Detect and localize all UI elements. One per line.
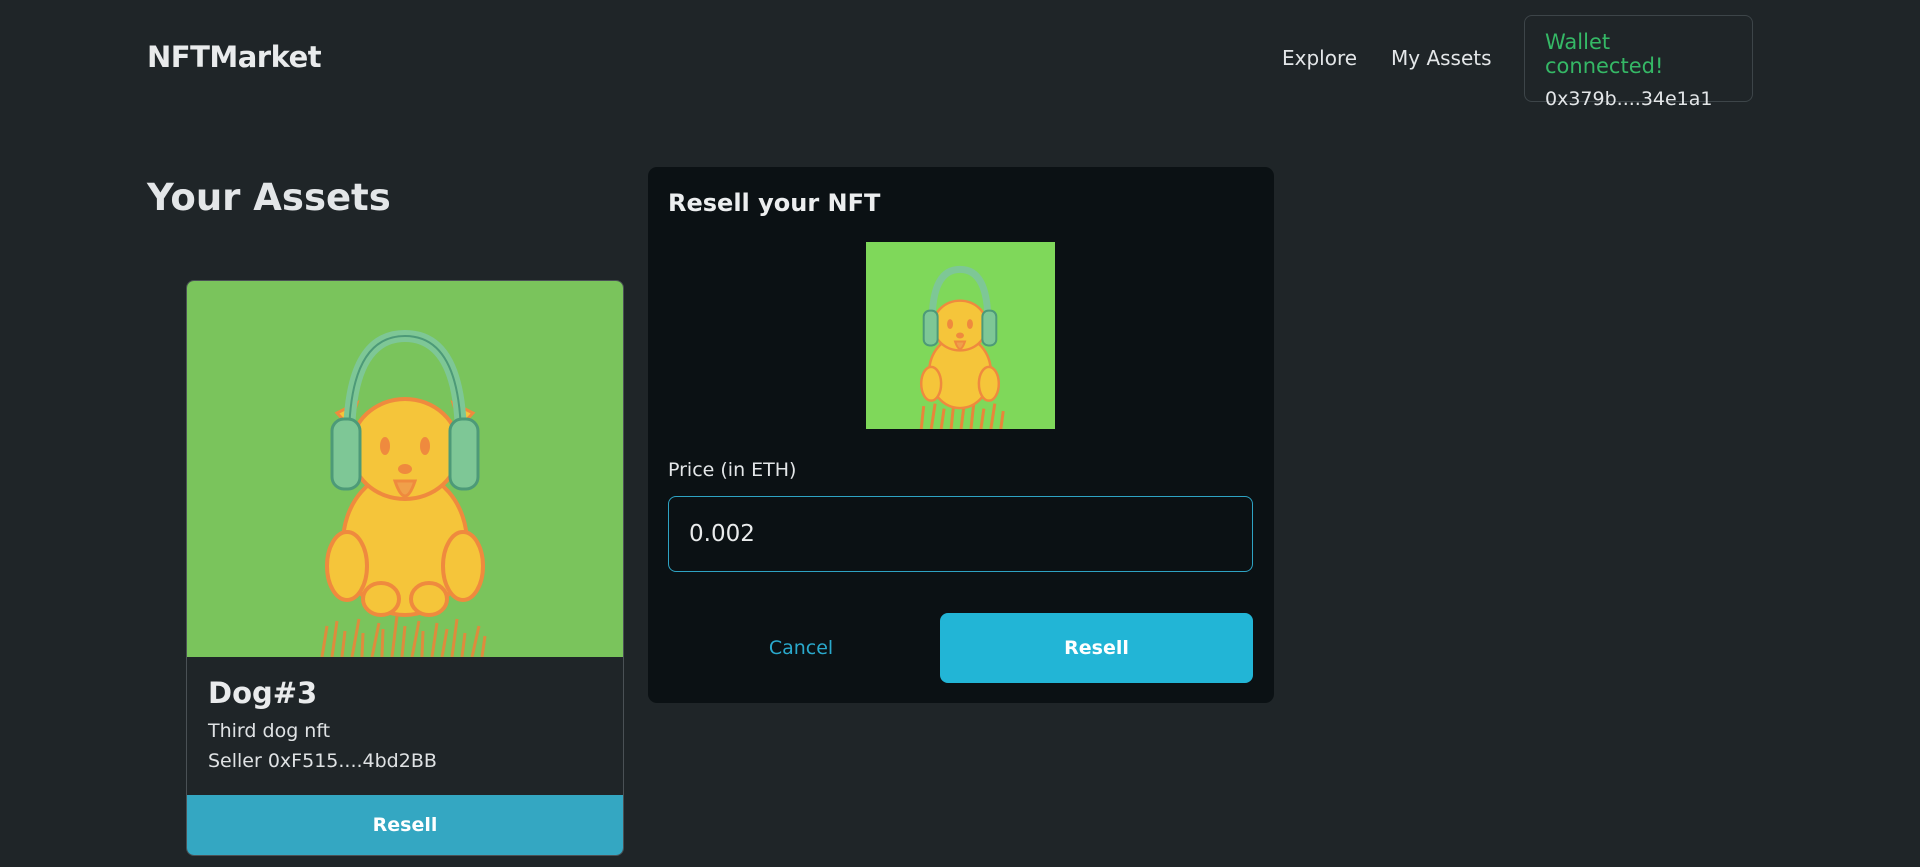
- brand-logo[interactable]: NFTMarket: [147, 40, 322, 74]
- resell-submit-button[interactable]: Resell: [940, 613, 1253, 683]
- dog-with-headphones-icon: [866, 242, 1055, 429]
- nav-explore-link[interactable]: Explore: [1282, 46, 1357, 70]
- wallet-status-text: Wallet connected!: [1545, 30, 1664, 78]
- nft-card: Dog#3 Third dog nft Seller 0xF515....4bd…: [186, 280, 624, 856]
- modal-title: Resell your NFT: [668, 189, 881, 217]
- price-input[interactable]: [668, 496, 1253, 572]
- nft-card-body: Dog#3 Third dog nft Seller 0xF515....4bd…: [208, 676, 602, 772]
- wallet-status-box[interactable]: Wallet connected! 0x379b....34e1a1: [1524, 15, 1753, 110]
- nft-description: Third dog nft: [208, 720, 331, 742]
- card-resell-button[interactable]: Resell: [187, 795, 623, 855]
- resell-modal: Resell your NFT Price (in ETH) 0.002 Can…: [648, 167, 1274, 703]
- nft-name: Dog#3: [208, 676, 318, 710]
- wallet-address: 0x379b....34e1a1: [1545, 88, 1713, 110]
- nav-my-assets-link[interactable]: My Assets: [1391, 46, 1492, 70]
- cancel-button[interactable]: Cancel: [668, 613, 934, 683]
- dog-with-headphones-icon: [187, 281, 623, 657]
- page-title: Your Assets: [147, 176, 391, 219]
- page: NFTMarket Explore My Assets Wallet conne…: [0, 0, 1920, 867]
- nft-seller: Seller 0xF515....4bd2BB: [208, 750, 437, 772]
- price-label: Price (in ETH): [668, 459, 797, 481]
